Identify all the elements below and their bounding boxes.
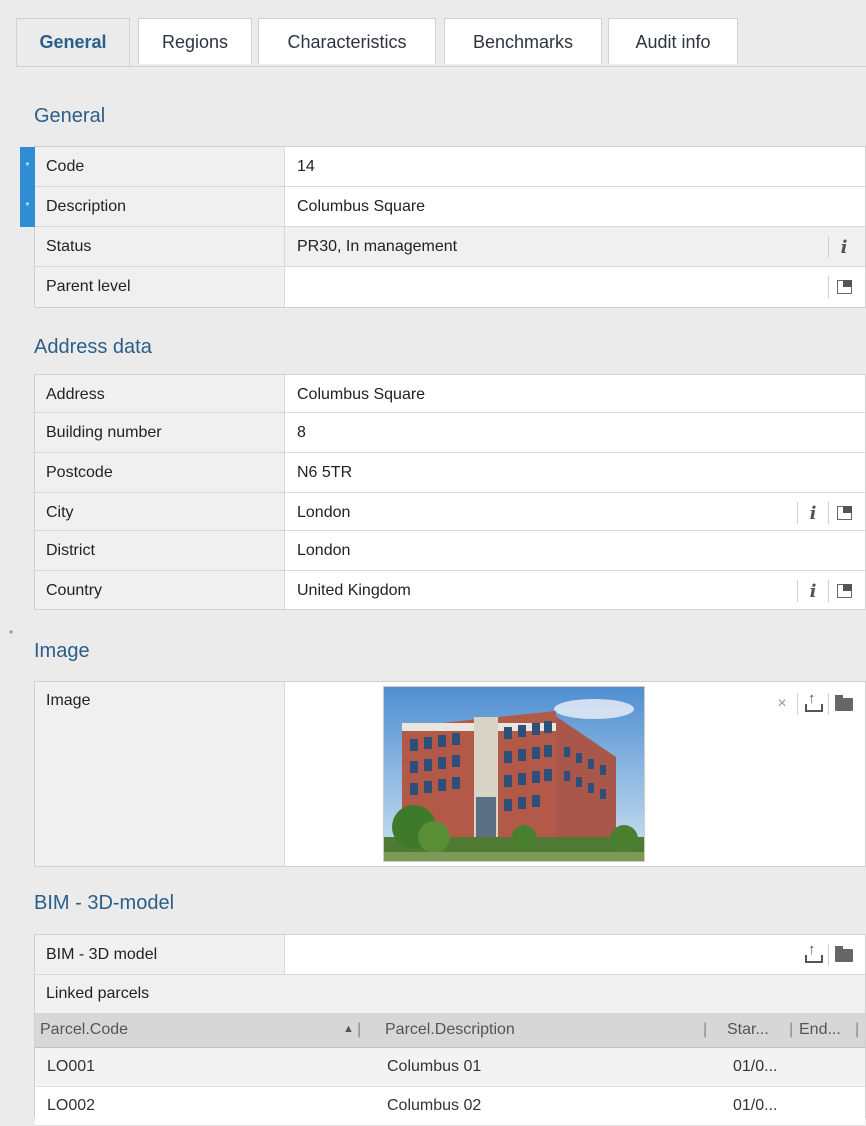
tab-characteristics[interactable]: Characteristics <box>258 18 436 64</box>
district-row: District London <box>35 531 865 571</box>
bim-model-label: BIM - 3D model <box>35 935 285 974</box>
building-number-row: Building number 8 <box>35 413 865 453</box>
parcel-start-cell: 01/0... <box>733 1058 778 1075</box>
popup-icon[interactable] <box>828 580 859 602</box>
description-row: * Description Columbus Square <box>20 187 865 227</box>
popup-icon[interactable] <box>828 276 859 298</box>
description-label: Description <box>35 187 285 226</box>
postcode-field[interactable]: N6 5TR <box>297 453 352 492</box>
section-image-title: Image <box>34 640 90 662</box>
table-row[interactable]: LO002 Columbus 02 01/0... <box>35 1087 865 1126</box>
code-field[interactable]: 14 <box>297 147 315 186</box>
folder-icon[interactable] <box>828 693 859 715</box>
column-divider[interactable]: | <box>703 1013 707 1046</box>
country-field[interactable]: United Kingdom <box>297 571 411 610</box>
folder-icon[interactable] <box>828 944 859 966</box>
linked-parcels-row: Linked parcels <box>35 975 865 1013</box>
address-label: Address <box>35 375 285 412</box>
postcode-row: Postcode N6 5TR <box>35 453 865 493</box>
district-field[interactable]: London <box>297 531 350 570</box>
tab-benchmarks[interactable]: Benchmarks <box>444 18 602 64</box>
parcel-code-cell: LO002 <box>47 1097 96 1114</box>
address-form: Address Columbus Square Building number … <box>34 374 866 610</box>
tab-regions[interactable]: Regions <box>138 18 252 64</box>
required-marker: * <box>20 187 35 227</box>
info-icon[interactable]: i <box>797 502 828 524</box>
parcel-start-cell: 01/0... <box>733 1097 778 1114</box>
column-divider[interactable]: | <box>789 1013 793 1046</box>
status-row: Status PR30, In management i <box>35 227 865 267</box>
upload-icon[interactable] <box>798 941 828 966</box>
parcel-code-cell: LO001 <box>47 1058 96 1075</box>
linked-parcels-label: Linked parcels <box>46 985 150 1002</box>
description-field[interactable]: Columbus Square <box>297 187 425 226</box>
parent-level-row: Parent level <box>35 267 865 307</box>
table-row[interactable]: LO001 Columbus 01 01/0... <box>35 1048 865 1087</box>
tab-audit-info[interactable]: Audit info <box>608 18 738 64</box>
status-label: Status <box>35 227 285 266</box>
info-icon[interactable]: i <box>828 236 859 258</box>
code-row: * Code 14 <box>20 147 865 187</box>
column-start[interactable]: Star... <box>727 1013 769 1046</box>
general-form: * Code 14 * Description Columbus Square … <box>20 146 866 308</box>
image-row: Image × ↑ <box>35 682 865 866</box>
column-end[interactable]: End... <box>799 1013 841 1046</box>
splitter-handle[interactable]: • <box>9 625 14 639</box>
tab-general[interactable]: General <box>16 18 130 66</box>
city-label: City <box>35 493 285 530</box>
section-address-title: Address data <box>34 336 152 358</box>
address-row: Address Columbus Square <box>35 375 865 413</box>
country-label: Country <box>35 571 285 609</box>
building-number-label: Building number <box>35 413 285 452</box>
city-field[interactable]: London <box>297 493 350 532</box>
code-label: Code <box>35 147 285 186</box>
address-field[interactable]: Columbus Square <box>297 375 425 414</box>
tab-bar: General Regions Characteristics Benchmar… <box>16 18 866 67</box>
image-label: Image <box>35 682 285 866</box>
column-divider[interactable]: | <box>357 1013 361 1046</box>
parent-level-label: Parent level <box>35 267 285 307</box>
info-icon[interactable]: i <box>797 580 828 602</box>
bim-form: BIM - 3D model Linked parcels Parcel.Cod… <box>34 934 866 1126</box>
city-row: City London i <box>35 493 865 531</box>
upload-icon[interactable] <box>797 690 828 715</box>
status-field[interactable]: PR30, In management <box>297 227 457 266</box>
building-image <box>383 686 645 862</box>
parcel-description-cell: Columbus 02 <box>387 1097 482 1114</box>
image-form: Image × ↑ <box>34 681 866 867</box>
postcode-label: Postcode <box>35 453 285 492</box>
sort-ascending-icon[interactable]: ▲ <box>343 1013 354 1046</box>
parcel-description-cell: Columbus 01 <box>387 1058 482 1075</box>
building-number-field[interactable]: 8 <box>297 413 306 452</box>
section-general-title: General <box>34 105 106 127</box>
column-parcel-description[interactable]: Parcel.Description <box>385 1013 515 1046</box>
required-marker: * <box>20 147 35 187</box>
clear-icon[interactable]: × <box>767 693 797 715</box>
parcels-table-header: Parcel.Code ▲ | Parcel.Description | Sta… <box>35 1013 865 1048</box>
district-label: District <box>35 531 285 570</box>
column-parcel-code[interactable]: Parcel.Code <box>40 1013 128 1046</box>
bim-model-row: BIM - 3D model <box>35 935 865 975</box>
section-bim-title: BIM - 3D-model <box>34 892 175 914</box>
column-divider[interactable]: | <box>855 1013 859 1046</box>
popup-icon[interactable] <box>828 502 859 524</box>
country-row: Country United Kingdom i <box>35 571 865 609</box>
